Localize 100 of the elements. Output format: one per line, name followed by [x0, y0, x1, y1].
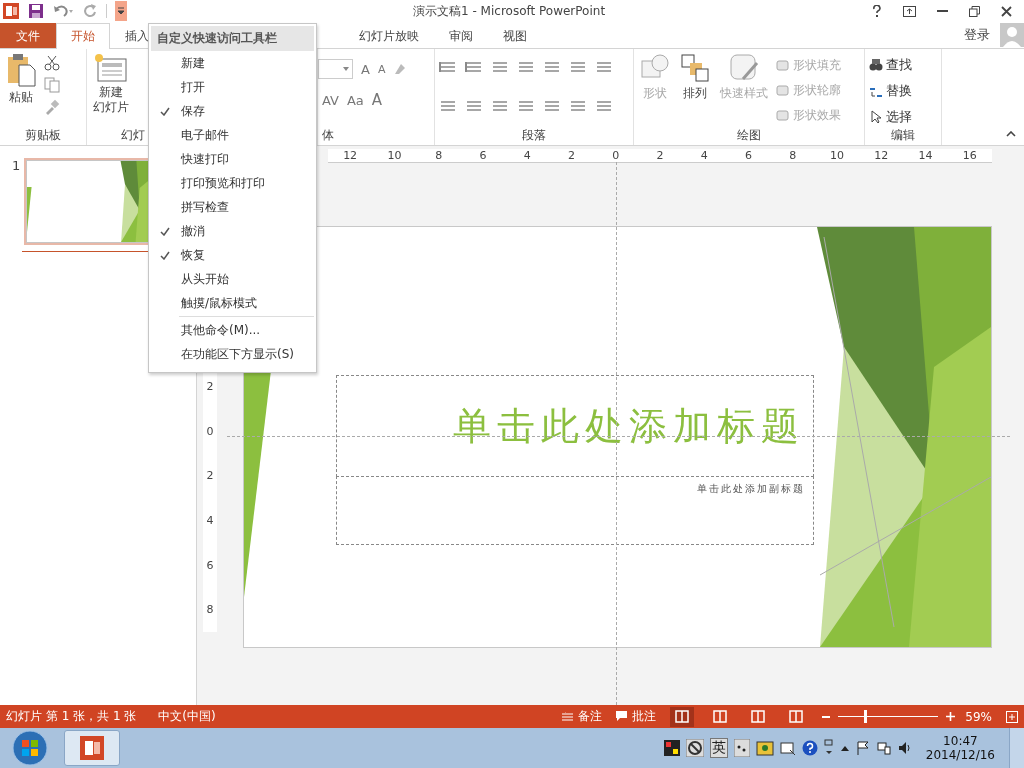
- fit-slide-icon[interactable]: [1006, 710, 1018, 723]
- sign-in-link[interactable]: 登录: [964, 26, 990, 44]
- center-icon[interactable]: [439, 100, 457, 114]
- clock-date[interactable]: 2014/12/16: [925, 748, 995, 762]
- shape-format-icon: [776, 58, 790, 72]
- menu-item[interactable]: 拼写检查: [149, 195, 316, 219]
- ruler-number: 10: [386, 149, 403, 162]
- customize-toolbar-button[interactable]: [115, 1, 127, 21]
- save-icon[interactable]: [28, 3, 44, 19]
- grow-font-button[interactable]: A: [361, 61, 370, 77]
- ruler-number: 4: [699, 149, 709, 162]
- zoom-in-icon[interactable]: [946, 712, 956, 721]
- language-indicator[interactable]: 中文(中国): [158, 708, 216, 725]
- keyboard-icon[interactable]: [779, 740, 796, 756]
- copy-icon[interactable]: [44, 77, 60, 93]
- file-tab[interactable]: 文件: [0, 23, 56, 48]
- powerpoint-taskbar-button[interactable]: [64, 730, 120, 766]
- volume-icon[interactable]: [897, 741, 912, 755]
- ruler-number: 16: [961, 149, 978, 162]
- network-icon[interactable]: [875, 740, 892, 756]
- bullets-icon[interactable]: [439, 61, 457, 75]
- start-button[interactable]: [10, 728, 50, 768]
- clock-time[interactable]: 10:47: [943, 734, 978, 748]
- menu-item[interactable]: 快速打印: [149, 147, 316, 171]
- shape-format-icon: [776, 83, 790, 97]
- ribbon-tab[interactable]: 开始: [56, 23, 110, 49]
- subtitle-placeholder[interactable]: 单击此处添加副标题: [336, 476, 814, 545]
- view-icon[interactable]: [670, 706, 695, 727]
- align-left-icon[interactable]: [595, 61, 613, 75]
- help-icon[interactable]: [872, 5, 882, 17]
- input-language[interactable]: 英: [709, 738, 728, 758]
- zoom-level[interactable]: 59%: [965, 709, 992, 724]
- ruler-number: 8: [205, 602, 215, 619]
- powerpoint-logo-icon[interactable]: [2, 2, 20, 20]
- ruler-number: 8: [788, 149, 798, 162]
- punctuation-icon[interactable]: [733, 739, 750, 757]
- zoom-out-icon[interactable]: [822, 715, 831, 718]
- ribbon-tab[interactable]: 视图: [488, 23, 542, 48]
- font-color-button[interactable]: A: [371, 91, 383, 109]
- menu-item[interactable]: 打印预览和打印: [149, 171, 316, 195]
- editing-button[interactable]: 查找: [869, 55, 912, 75]
- notes-button[interactable]: 备注: [562, 708, 603, 725]
- restore-icon[interactable]: [969, 5, 980, 17]
- slide-number: 1: [12, 158, 21, 173]
- help-icon[interactable]: [801, 740, 818, 756]
- binoculars-icon: [869, 58, 883, 72]
- ime-icon[interactable]: [663, 740, 680, 756]
- font-size-field[interactable]: [318, 59, 353, 79]
- shape-format-icon: [776, 108, 790, 122]
- group-label: 体: [322, 127, 335, 144]
- undo-icon[interactable]: [52, 3, 74, 19]
- slide-count: 幻灯片 第 1 张，共 1 张: [6, 708, 137, 725]
- format-painter-icon[interactable]: [44, 99, 60, 115]
- change-case-button[interactable]: Aa: [346, 92, 364, 108]
- menu-item[interactable]: 电子邮件: [149, 123, 316, 147]
- shrink-font-button[interactable]: A: [377, 62, 386, 76]
- group-label: 幻灯: [121, 127, 145, 144]
- window-title: 演示文稿1 - Microsoft PowerPoint: [413, 2, 606, 20]
- ribbon-display-icon[interactable]: [903, 5, 916, 17]
- ruler-number: 10: [829, 149, 846, 162]
- new-slide-button[interactable]: 新建 幻灯片: [91, 51, 131, 117]
- slide-thumbnail[interactable]: [26, 160, 151, 243]
- show-hidden-icons-icon[interactable]: [839, 745, 850, 751]
- ribbon-tab[interactable]: 审阅: [434, 23, 488, 48]
- ime-options-icon[interactable]: [823, 739, 834, 757]
- editing-button[interactable]: 选择: [869, 107, 912, 127]
- blocked-icon[interactable]: [685, 739, 704, 757]
- ruler-number: 8: [434, 149, 444, 162]
- menu-header: 自定义快速访问工具栏: [151, 26, 314, 51]
- powerpoint-logo-icon: [78, 734, 106, 762]
- ruler-number: 4: [205, 512, 215, 529]
- group-label: 绘图: [736, 127, 762, 144]
- group-label: 剪贴板: [24, 127, 62, 144]
- ruler-number: 4: [522, 149, 532, 162]
- caret-icon: [343, 67, 349, 71]
- align-right-icon[interactable]: [465, 100, 483, 114]
- quick-styles-icon: [729, 53, 759, 83]
- menu-item[interactable]: 新建: [149, 51, 316, 75]
- justify-icon[interactable]: [491, 100, 509, 114]
- group-label: 编辑: [890, 127, 916, 144]
- flag-icon[interactable]: [855, 741, 870, 755]
- redo-icon[interactable]: [82, 3, 98, 19]
- drawing-button[interactable]: 排列: [678, 51, 712, 104]
- ribbon-tab[interactable]: 幻灯片放映: [344, 23, 434, 48]
- ruler-number: 2: [205, 378, 215, 395]
- comments-button[interactable]: 批注: [616, 708, 657, 725]
- toolbox-icon[interactable]: [755, 739, 774, 757]
- numbering-icon[interactable]: [465, 61, 483, 75]
- notes-icon: [562, 711, 574, 722]
- close-icon[interactable]: [1001, 5, 1012, 17]
- editing-button[interactable]: 替换: [869, 81, 912, 101]
- character-spacing-button[interactable]: AV: [322, 92, 339, 108]
- clear-formatting-icon[interactable]: [393, 62, 408, 76]
- new-slide-icon: [94, 53, 128, 83]
- menu-item[interactable]: 打开: [149, 75, 316, 99]
- collapse-ribbon-icon[interactable]: [1006, 131, 1016, 137]
- menu-item[interactable]: 保存: [149, 99, 316, 123]
- ruler-number: 0: [205, 423, 215, 440]
- paste-button[interactable]: 粘贴: [4, 51, 38, 108]
- cut-icon[interactable]: [44, 55, 60, 71]
